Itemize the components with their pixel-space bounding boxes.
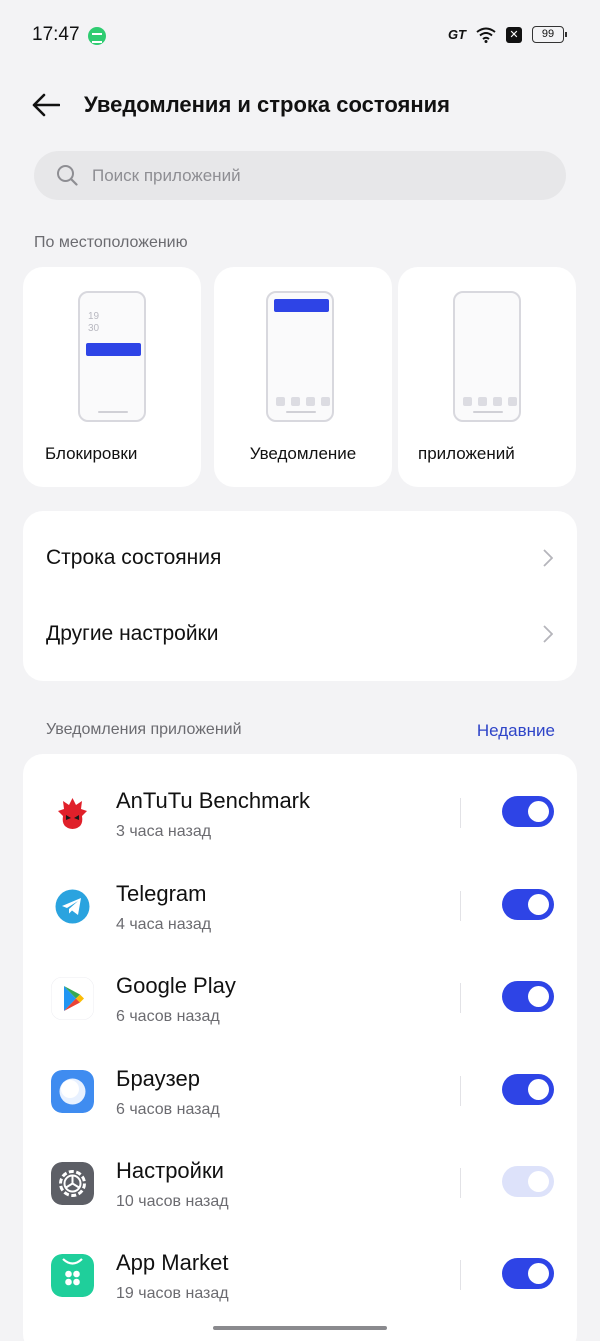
home-indicator[interactable] — [213, 1326, 387, 1330]
app-last-notified: 10 часов назад — [116, 1193, 229, 1210]
app-row-browser[interactable]: Браузер 6 часов назад — [23, 1060, 577, 1152]
settings-card: Строка состояния Другие настройки — [23, 511, 577, 681]
notification-bar-preview — [86, 343, 141, 356]
notification-toggle[interactable] — [502, 981, 554, 1012]
app-row-settings[interactable]: Настройки 10 часов назад — [23, 1152, 577, 1244]
search-input[interactable] — [92, 151, 532, 200]
app-notifications-title: Уведомления приложений — [46, 721, 242, 738]
app-name: Настройки — [116, 1158, 224, 1183]
settings-gear-icon — [51, 1162, 94, 1205]
chevron-right-icon — [543, 549, 553, 567]
app-name: Telegram — [116, 881, 207, 906]
status-bar-settings-row[interactable]: Строка состояния — [23, 521, 577, 596]
gt-mode-icon: GT — [447, 27, 466, 42]
app-row-antutu[interactable]: AnTuTu Benchmark 3 часа назад — [23, 782, 577, 874]
notification-toggle[interactable] — [502, 889, 554, 920]
app-last-notified: 6 часов назад — [116, 1008, 220, 1025]
status-indicators: GT ✕ 99 — [447, 26, 567, 43]
location-section-title: По местоположению — [34, 234, 188, 251]
row-label: Другие настройки — [46, 622, 219, 645]
app-name: Google Play — [116, 973, 236, 998]
app-last-notified: 19 часов назад — [116, 1285, 229, 1302]
notification-toggle-locked — [502, 1166, 554, 1197]
battery-icon: 99 — [532, 26, 567, 43]
app-market-icon — [51, 1254, 94, 1297]
status-bar: 17:47 GT ✕ 99 — [0, 0, 600, 70]
notification-toggle[interactable] — [502, 1258, 554, 1289]
lockscreen-time: 19 30 — [88, 311, 100, 334]
chevron-right-icon — [543, 625, 553, 643]
page-title: Уведомления и строка состояния — [84, 92, 451, 117]
app-row-telegram[interactable]: Telegram 4 часа назад — [23, 875, 577, 967]
drawer-preview — [266, 291, 334, 422]
location-card-lockscreen[interactable]: 19 30 Блокировки — [23, 267, 201, 487]
app-last-notified: 4 часа назад — [116, 916, 212, 933]
location-card-label: Блокировки — [45, 444, 138, 463]
other-settings-row[interactable]: Другие настройки — [23, 597, 577, 672]
app-row-app-market[interactable]: App Market 19 часов назад — [23, 1244, 577, 1336]
lockscreen-preview: 19 30 — [78, 291, 146, 422]
app-name: App Market — [116, 1250, 229, 1275]
search-icon — [57, 165, 78, 186]
app-list: AnTuTu Benchmark 3 часа назад Telegram 4… — [23, 754, 577, 1341]
antutu-icon — [51, 792, 94, 835]
google-play-icon — [51, 977, 94, 1020]
app-name: Браузер — [116, 1066, 200, 1091]
back-arrow-icon[interactable] — [32, 92, 60, 118]
message-notification-icon — [88, 27, 106, 45]
app-last-notified: 6 часов назад — [116, 1101, 220, 1118]
status-time: 17:47 — [32, 24, 80, 45]
location-card-label: приложений — [418, 444, 515, 463]
notification-toggle[interactable] — [502, 1074, 554, 1105]
notification-toggle[interactable] — [502, 796, 554, 827]
no-sim-icon: ✕ — [506, 26, 522, 43]
app-icons-preview — [453, 291, 521, 422]
app-last-notified: 3 часа назад — [116, 823, 212, 840]
location-card-drawer[interactable]: Уведомление — [214, 267, 392, 487]
row-label: Строка состояния — [46, 546, 222, 569]
app-name: AnTuTu Benchmark — [116, 788, 311, 813]
wifi-icon — [476, 27, 496, 43]
notification-bar-preview — [274, 299, 329, 312]
sort-recent-link[interactable]: Недавние — [477, 721, 555, 741]
location-card-app-icons[interactable]: приложений — [398, 267, 576, 487]
location-card-label: Уведомление — [249, 444, 357, 463]
browser-icon — [51, 1070, 94, 1113]
app-row-google-play[interactable]: Google Play 6 часов назад — [23, 967, 577, 1059]
telegram-icon — [51, 885, 94, 928]
search-bar[interactable] — [34, 151, 566, 200]
